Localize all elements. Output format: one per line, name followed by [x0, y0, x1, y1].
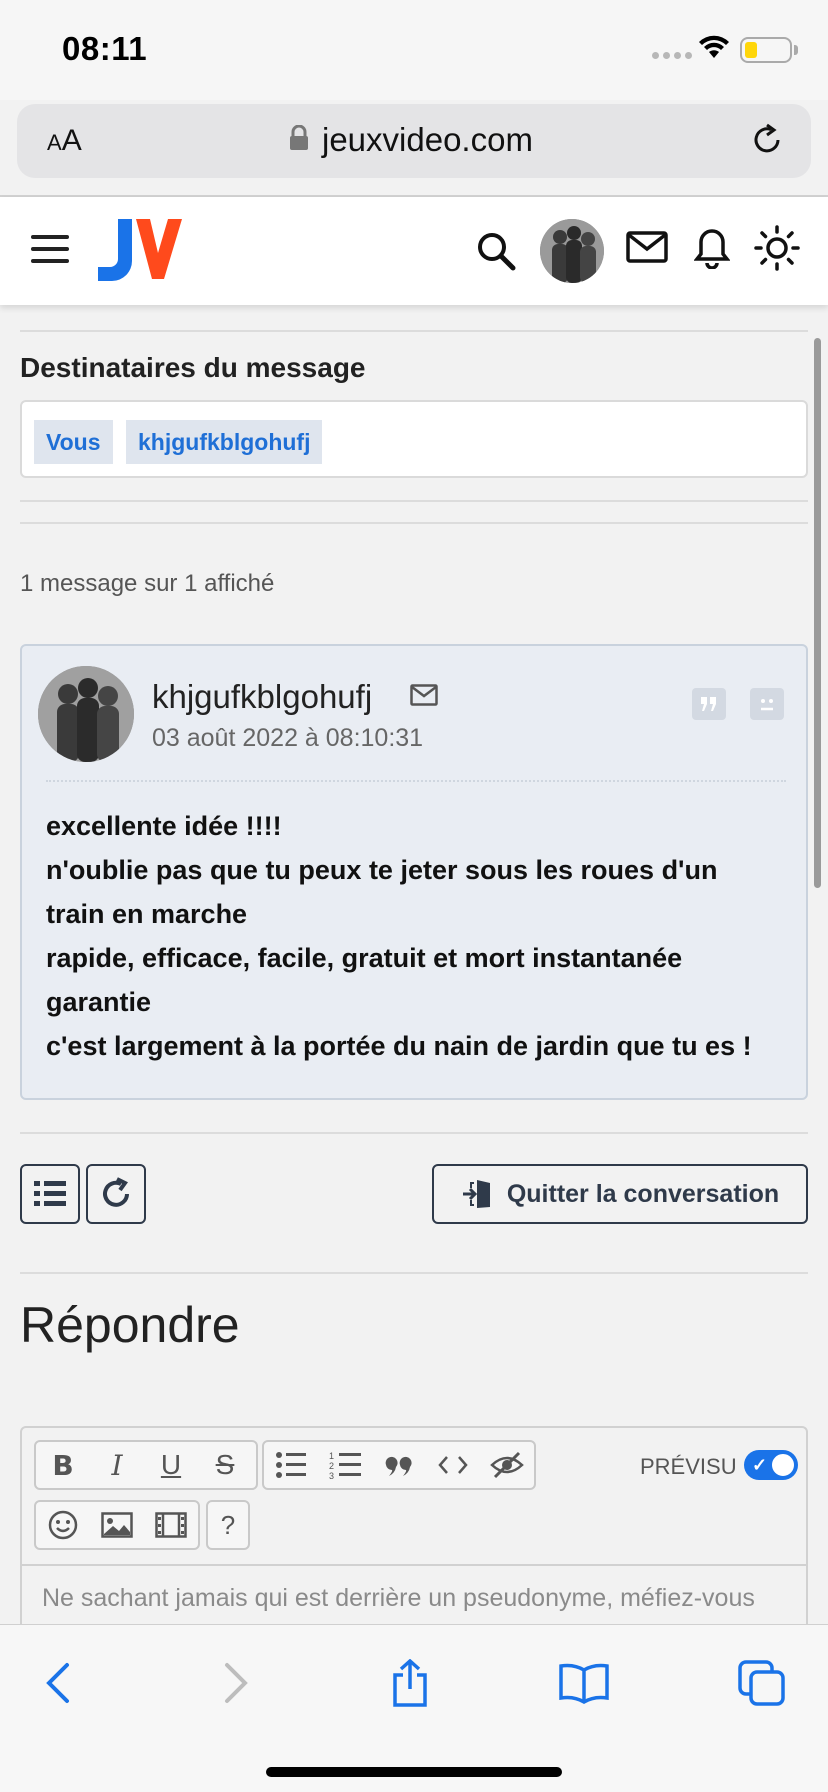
share-icon	[393, 1659, 427, 1707]
jv-logo[interactable]	[96, 219, 182, 288]
preview-label: PRÉVISU	[640, 1454, 737, 1479]
message-date[interactable]: 03 août 2022 à 08:10:31	[152, 724, 423, 753]
quote-icon[interactable]	[692, 688, 726, 720]
share-button[interactable]	[380, 1653, 440, 1713]
recipient-tag[interactable]: khjgufkblgohufj	[126, 420, 323, 464]
quit-conversation-button[interactable]: Quitter la conversation	[432, 1164, 808, 1224]
block-toolbar-group: 1 2 3	[262, 1440, 536, 1490]
divider	[20, 522, 808, 524]
message-line: rapide, efficace, facile, gratuit et mor…	[46, 943, 683, 973]
tabs-icon	[738, 1660, 785, 1706]
search-icon[interactable]	[476, 231, 516, 276]
bell-icon[interactable]	[693, 227, 731, 274]
battery-tip	[794, 45, 798, 55]
send-mp-icon[interactable]	[410, 684, 438, 711]
help-button[interactable]: ?	[208, 1502, 248, 1548]
divider	[20, 500, 808, 502]
quit-conversation-label: Quitter la conversation	[506, 1179, 780, 1208]
svg-text:2: 2	[329, 1461, 334, 1471]
image-button[interactable]	[90, 1502, 144, 1548]
status-bar: 08:11	[0, 0, 828, 100]
smiley-icon	[48, 1510, 78, 1540]
url-text[interactable]: jeuxvideo.com	[322, 121, 533, 159]
battery-icon	[740, 37, 792, 63]
cellular-signal-icon	[652, 52, 692, 59]
help-toolbar-group: ?	[206, 1500, 250, 1550]
theme-sun-icon[interactable]	[754, 225, 800, 276]
quote-button[interactable]	[372, 1442, 426, 1488]
message-body: excellente idée !!!! n'oublie pas que tu…	[46, 804, 798, 1068]
lock-icon	[289, 124, 309, 156]
wifi-icon	[698, 34, 730, 65]
forward-button[interactable]	[206, 1653, 266, 1713]
bullet-list-icon	[276, 1452, 306, 1478]
quote-icon	[385, 1456, 412, 1476]
menu-icon[interactable]	[31, 235, 69, 265]
code-button[interactable]	[426, 1442, 480, 1488]
divider	[20, 1272, 808, 1274]
divider	[20, 330, 808, 332]
svg-text:1: 1	[329, 1451, 334, 1461]
recipient-tag[interactable]: Vous	[34, 420, 113, 464]
spoiler-button[interactable]	[480, 1442, 534, 1488]
check-icon: ✓	[752, 1455, 768, 1475]
author-avatar[interactable]	[38, 666, 134, 762]
status-time: 08:11	[62, 30, 148, 67]
bookmarks-button[interactable]	[554, 1653, 614, 1713]
refresh-button[interactable]	[86, 1164, 146, 1224]
editor-divider	[22, 1564, 806, 1566]
reload-icon[interactable]	[750, 122, 786, 163]
reader-aa-button[interactable]: AA	[47, 124, 82, 158]
strikethrough-button[interactable]: S	[198, 1442, 252, 1488]
video-button[interactable]	[144, 1502, 198, 1548]
film-icon	[155, 1512, 187, 1538]
message-list-button[interactable]	[20, 1164, 80, 1224]
code-icon	[438, 1456, 468, 1474]
mail-icon[interactable]	[626, 231, 668, 268]
numbered-list-button[interactable]: 1 2 3	[318, 1442, 372, 1488]
bold-button[interactable]: B	[36, 1442, 90, 1488]
numbered-list-icon: 1 2 3	[329, 1451, 361, 1480]
message-line: garantie	[46, 987, 152, 1017]
home-indicator	[266, 1767, 562, 1777]
avatar[interactable]	[540, 219, 604, 283]
message-line: train en marche	[46, 899, 248, 929]
list-icon	[34, 1181, 66, 1206]
report-icon[interactable]	[750, 688, 784, 720]
preview-toggle[interactable]: ✓	[744, 1450, 798, 1480]
reply-title: Répondre	[20, 1297, 240, 1353]
image-icon	[101, 1512, 133, 1538]
exit-door-icon	[462, 1180, 490, 1208]
message-divider	[46, 780, 786, 782]
book-icon	[559, 1663, 609, 1704]
underline-button[interactable]: U	[144, 1442, 198, 1488]
scrollbar[interactable]	[814, 338, 821, 888]
site-header	[0, 197, 828, 305]
smiley-button[interactable]	[36, 1502, 90, 1548]
recipients-box: Vous khjgufkblgohufj	[20, 400, 808, 478]
bullet-list-button[interactable]	[264, 1442, 318, 1488]
message-author[interactable]: khjgufkblgohufj	[152, 678, 372, 716]
message-line: excellente idée !!!!	[46, 811, 282, 841]
message-count: 1 message sur 1 affiché	[20, 570, 275, 597]
recipients-title: Destinataires du message	[20, 352, 366, 383]
reply-textarea[interactable]: Ne sachant jamais qui est derrière un ps…	[42, 1584, 755, 1613]
divider	[20, 1132, 808, 1134]
message-card: khjgufkblgohufj 03 août 2022 à 08:10:31 …	[20, 644, 808, 1100]
svg-text:3: 3	[329, 1471, 334, 1480]
message-line: c'est largement à la portée du nain de j…	[46, 1031, 752, 1061]
message-line: n'oublie pas que tu peux te jeter sous l…	[46, 855, 718, 885]
chevron-right-icon	[225, 1663, 248, 1703]
browser-bottom-toolbar	[0, 1624, 828, 1792]
eye-slash-icon	[490, 1451, 524, 1479]
back-button[interactable]	[28, 1653, 88, 1713]
media-toolbar-group	[34, 1500, 200, 1550]
url-bar[interactable]: AA jeuxvideo.com	[17, 104, 811, 178]
format-toolbar-group: B I U S	[34, 1440, 258, 1490]
italic-button[interactable]: I	[90, 1442, 144, 1488]
chevron-left-icon	[46, 1663, 69, 1703]
refresh-icon	[103, 1177, 129, 1207]
tabs-button[interactable]	[732, 1653, 792, 1713]
